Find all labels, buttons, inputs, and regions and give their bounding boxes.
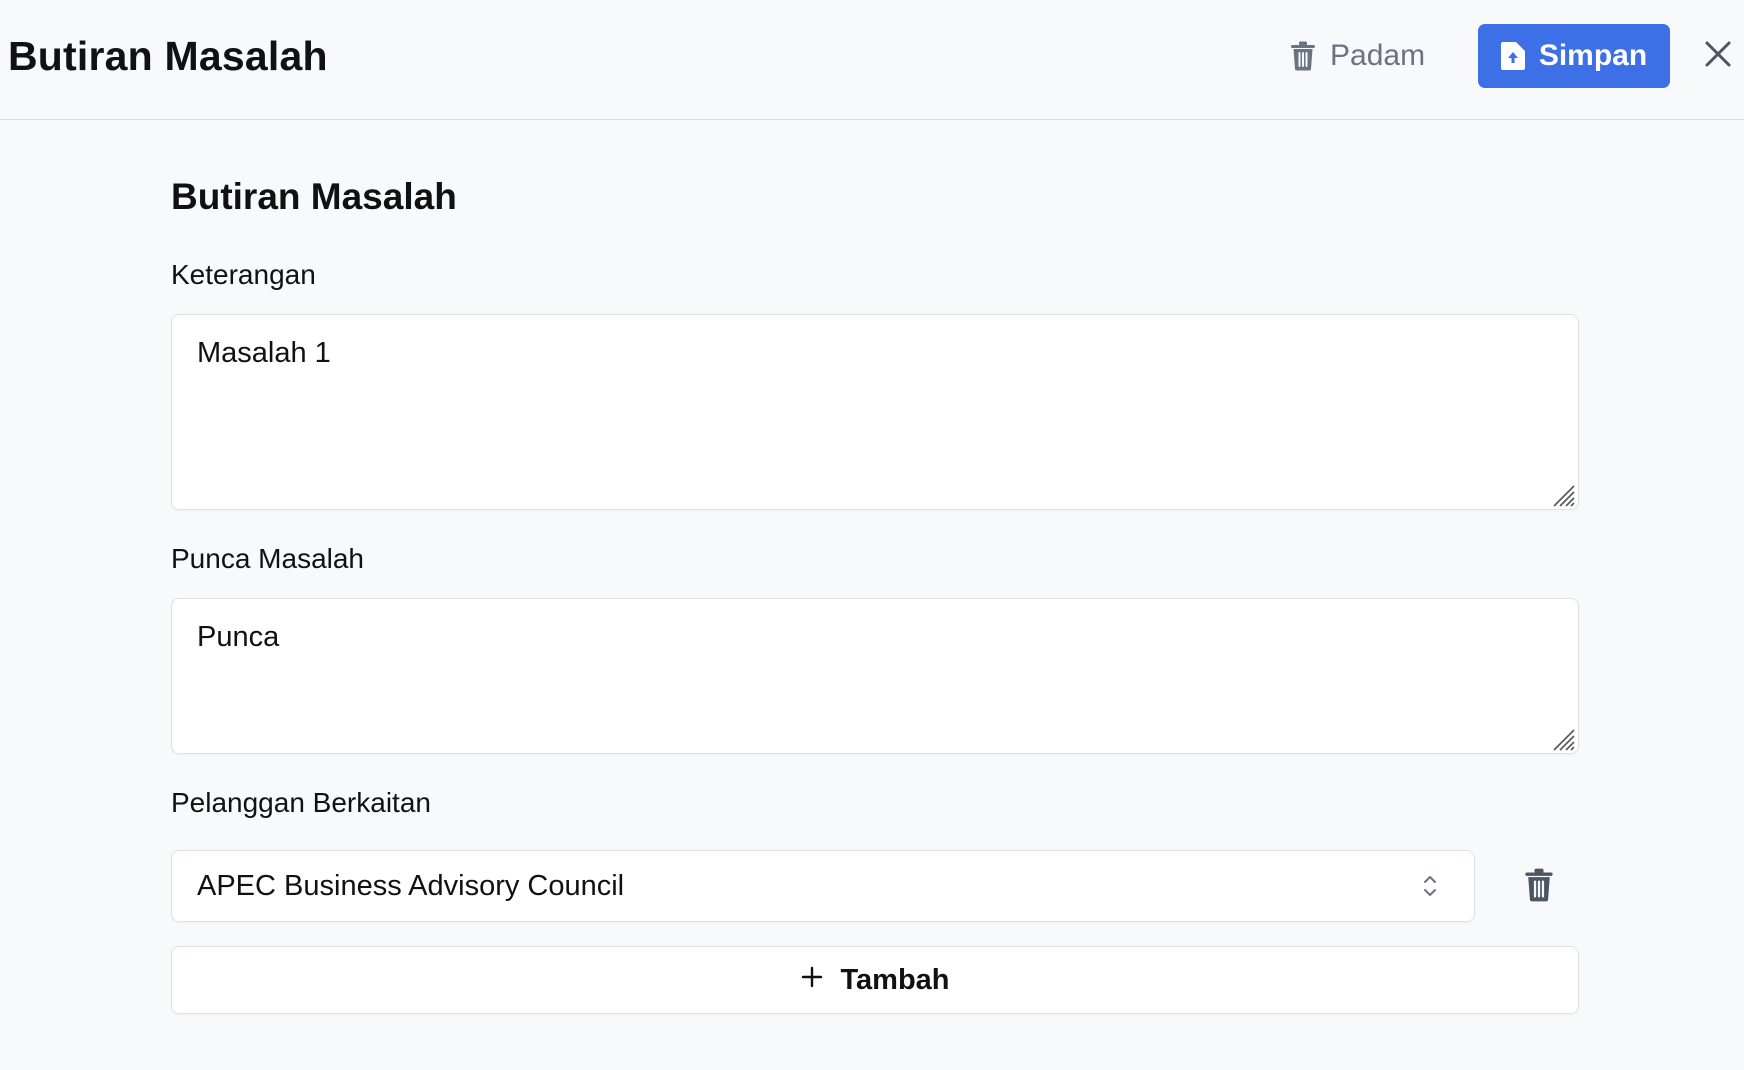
- punca-value: Punca: [197, 621, 280, 653]
- remove-pelanggan-button[interactable]: [1524, 868, 1554, 902]
- punca-label: Punca Masalah: [171, 543, 365, 574]
- resize-handle-icon[interactable]: [1550, 725, 1576, 751]
- pelanggan-select[interactable]: APEC Business Advisory Council: [171, 850, 1475, 922]
- delete-button[interactable]: Padam: [1290, 24, 1425, 88]
- add-pelanggan-button[interactable]: Tambah: [171, 946, 1579, 1014]
- section-title: Butiran Masalah: [171, 176, 457, 217]
- plus-icon: [800, 964, 824, 997]
- trash-icon: [1290, 41, 1316, 71]
- delete-button-label: Padam: [1330, 39, 1426, 72]
- keterangan-textarea[interactable]: Masalah 1: [171, 314, 1579, 510]
- header-bar: Butiran Masalah Padam Simpan: [0, 0, 1744, 120]
- document-upload-icon: [1500, 42, 1525, 70]
- page-title: Butiran Masalah: [8, 33, 328, 79]
- punca-textarea[interactable]: Punca: [171, 598, 1579, 754]
- chevron-updown-icon: [1422, 873, 1438, 907]
- save-button-label: Simpan: [1538, 39, 1648, 72]
- save-button[interactable]: Simpan: [1478, 24, 1670, 88]
- keterangan-value: Masalah 1: [197, 337, 331, 369]
- resize-handle-icon[interactable]: [1550, 481, 1576, 507]
- add-button-label: Tambah: [840, 963, 950, 996]
- close-button[interactable]: [1700, 36, 1736, 72]
- trash-icon: [1524, 868, 1554, 906]
- pelanggan-select-value: APEC Business Advisory Council: [197, 869, 625, 902]
- keterangan-label: Keterangan: [171, 259, 316, 290]
- close-icon: [1700, 41, 1736, 76]
- pelanggan-label: Pelanggan Berkaitan: [171, 787, 431, 818]
